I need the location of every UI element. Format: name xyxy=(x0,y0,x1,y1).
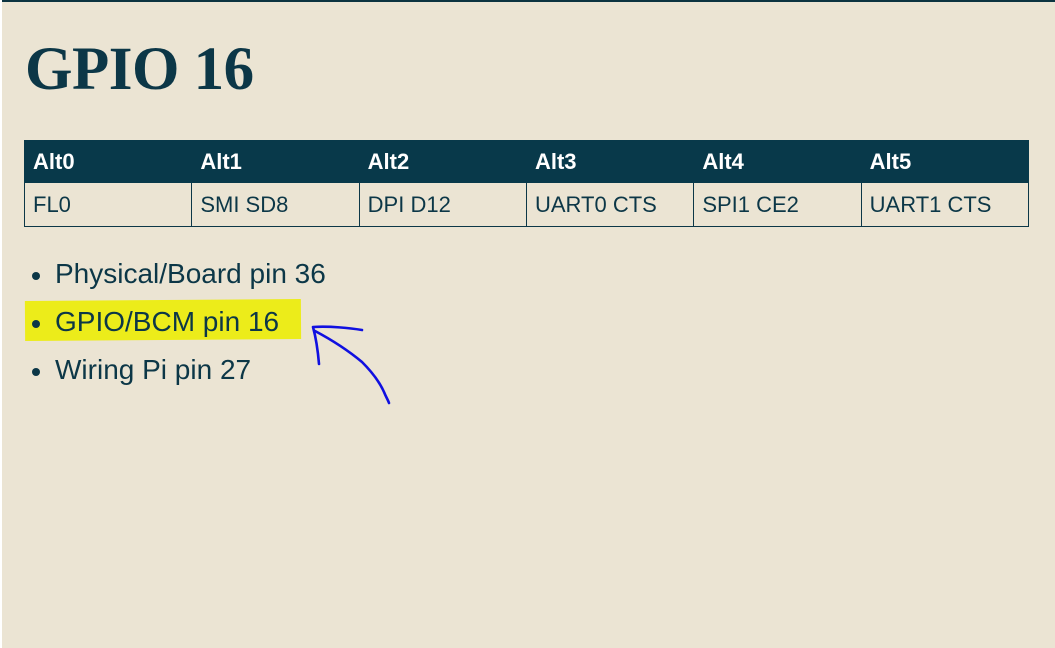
table-header-row: Alt0 Alt1 Alt2 Alt3 Alt4 Alt5 xyxy=(23,140,1030,183)
alt-functions-table: Alt0 Alt1 Alt2 Alt3 Alt4 Alt5 FL0 SMI SD… xyxy=(23,140,1030,227)
cell-alt3: UART0 CTS xyxy=(525,182,695,227)
list-item-wiringpi-pin: Wiring Pi pin 27 xyxy=(24,348,326,396)
cell-alt2: DPI D12 xyxy=(358,182,527,227)
list-item-label: Wiring Pi pin 27 xyxy=(55,354,252,385)
header-alt4: Alt4 xyxy=(693,140,862,183)
cell-alt0: FL0 xyxy=(23,182,193,227)
header-alt1: Alt1 xyxy=(191,140,360,183)
cell-alt4: SPI1 CE2 xyxy=(693,182,862,227)
list-item-gpio-pin: GPIO/BCM pin 16 xyxy=(24,300,326,348)
bullet-icon xyxy=(32,272,40,280)
bullet-icon xyxy=(32,320,40,328)
header-alt3: Alt3 xyxy=(525,140,695,183)
bullet-icon xyxy=(32,368,40,376)
list-item-label: GPIO/BCM pin 16 xyxy=(55,306,280,337)
table-row: FL0 SMI SD8 DPI D12 UART0 CTS SPI1 CE2 U… xyxy=(23,182,1030,227)
cell-alt5: UART1 CTS xyxy=(860,182,1030,227)
list-item-physical-pin: Physical/Board pin 36 xyxy=(24,252,326,300)
page-container: GPIO 16 Alt0 Alt1 Alt2 Alt3 Alt4 Alt5 FL… xyxy=(2,0,1055,648)
list-item-label: Physical/Board pin 36 xyxy=(55,258,326,289)
header-alt5: Alt5 xyxy=(860,140,1030,183)
page-title: GPIO 16 xyxy=(25,36,254,103)
cell-alt1: SMI SD8 xyxy=(191,182,360,227)
header-alt0: Alt0 xyxy=(23,140,193,183)
header-alt2: Alt2 xyxy=(358,140,527,183)
pin-list: Physical/Board pin 36 GPIO/BCM pin 16 Wi… xyxy=(24,252,326,396)
